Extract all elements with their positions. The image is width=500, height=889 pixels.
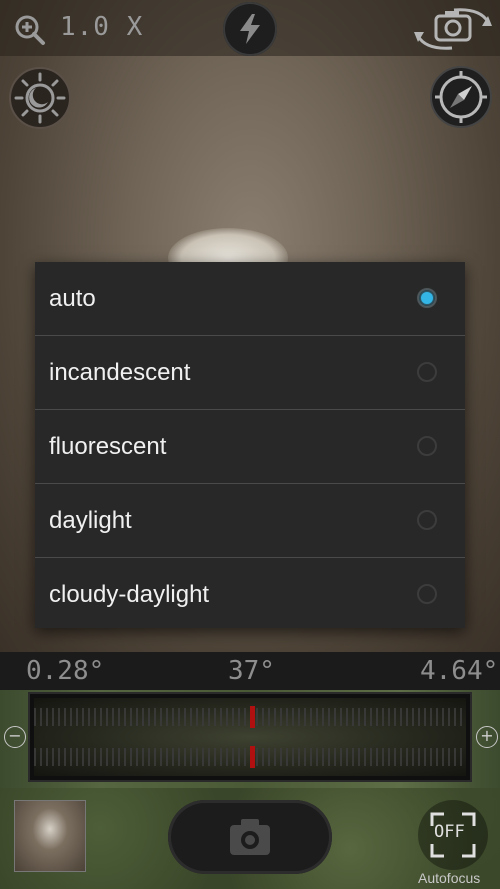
white-balance-button[interactable] [8, 66, 72, 130]
level-indicator-top [250, 706, 255, 728]
flash-icon [240, 14, 260, 44]
level-indicator-bottom [250, 746, 255, 768]
wb-option-auto[interactable]: auto [35, 262, 465, 336]
zoom-in-button[interactable]: + [476, 726, 498, 748]
wb-option-daylight[interactable]: daylight [35, 484, 465, 558]
radio-unselected[interactable] [417, 510, 437, 530]
zoom-in-icon[interactable] [14, 14, 46, 46]
reading-left: 0.28° [26, 656, 105, 686]
radio-unselected[interactable] [417, 362, 437, 382]
level-gauge-panel: − + [0, 690, 500, 788]
camera-icon [230, 819, 270, 855]
white-balance-icon [9, 67, 71, 129]
shutter-button[interactable] [168, 800, 332, 874]
gauge-face [34, 698, 466, 776]
radio-unselected[interactable] [417, 584, 437, 604]
compass-button[interactable] [430, 66, 492, 128]
radio-selected[interactable] [417, 288, 437, 308]
option-label: incandescent [49, 358, 191, 386]
radio-unselected[interactable] [417, 436, 437, 456]
option-label: auto [49, 284, 96, 312]
reading-center: 37° [228, 656, 275, 686]
wb-option-incandescent[interactable]: incandescent [35, 336, 465, 410]
switch-camera-button[interactable] [412, 6, 494, 52]
compass-icon [430, 66, 492, 128]
wb-option-fluorescent[interactable]: fluorescent [35, 410, 465, 484]
switch-camera-icon [414, 8, 492, 50]
autofocus-label: Autofocus [418, 870, 481, 886]
option-label: cloudy-daylight [49, 580, 210, 608]
flash-button[interactable] [223, 2, 277, 56]
reading-right: 4.64° [420, 656, 499, 686]
level-gauge[interactable] [28, 692, 472, 782]
option-label: daylight [49, 506, 132, 534]
white-balance-dialog: auto incandescent fluorescent daylight c… [35, 262, 465, 628]
top-bar: 1.0 X [0, 0, 500, 56]
zoom-out-button[interactable]: − [4, 726, 26, 748]
zoom-level: 1.0 X [60, 12, 144, 42]
wb-option-cloudy-daylight[interactable]: cloudy-daylight [35, 558, 465, 631]
option-label: fluorescent [49, 432, 167, 460]
autofocus-button[interactable]: OFF [418, 800, 488, 870]
autofocus-state: OFF [434, 822, 465, 842]
angle-readings: 0.28° 37° 4.64° [0, 652, 500, 690]
gallery-thumbnail[interactable] [14, 800, 86, 872]
